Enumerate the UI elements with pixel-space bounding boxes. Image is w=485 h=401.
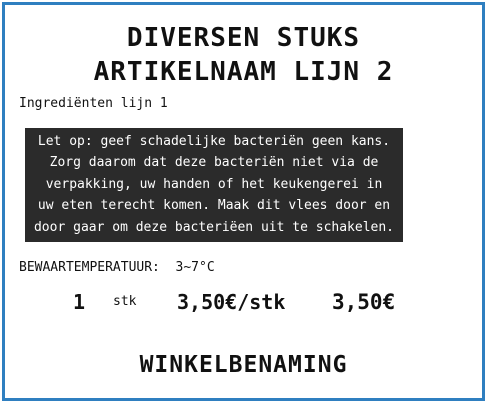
title-line-2: ARTIKELNAAM LIJN 2 bbox=[93, 57, 394, 87]
storage-temperature: BEWAARTEMPERATUUR: 3~7°C bbox=[19, 260, 215, 275]
unit: stk bbox=[113, 294, 137, 309]
store-name: WINKELBENAMING bbox=[139, 352, 348, 378]
title-line-1: DIVERSEN STUKS bbox=[126, 23, 361, 53]
quantity: 1 bbox=[73, 290, 86, 314]
product-label: DIVERSEN STUKS ARTIKELNAAM LIJN 2 Ingred… bbox=[2, 2, 485, 401]
total-price: 3,50€ bbox=[332, 290, 396, 314]
ingredients-line: Ingrediënten lijn 1 bbox=[19, 96, 168, 111]
warning-box: Let op: geef schadelijke bacteriën geen … bbox=[25, 128, 403, 242]
unit-price: 3,50€/stk bbox=[177, 290, 286, 314]
